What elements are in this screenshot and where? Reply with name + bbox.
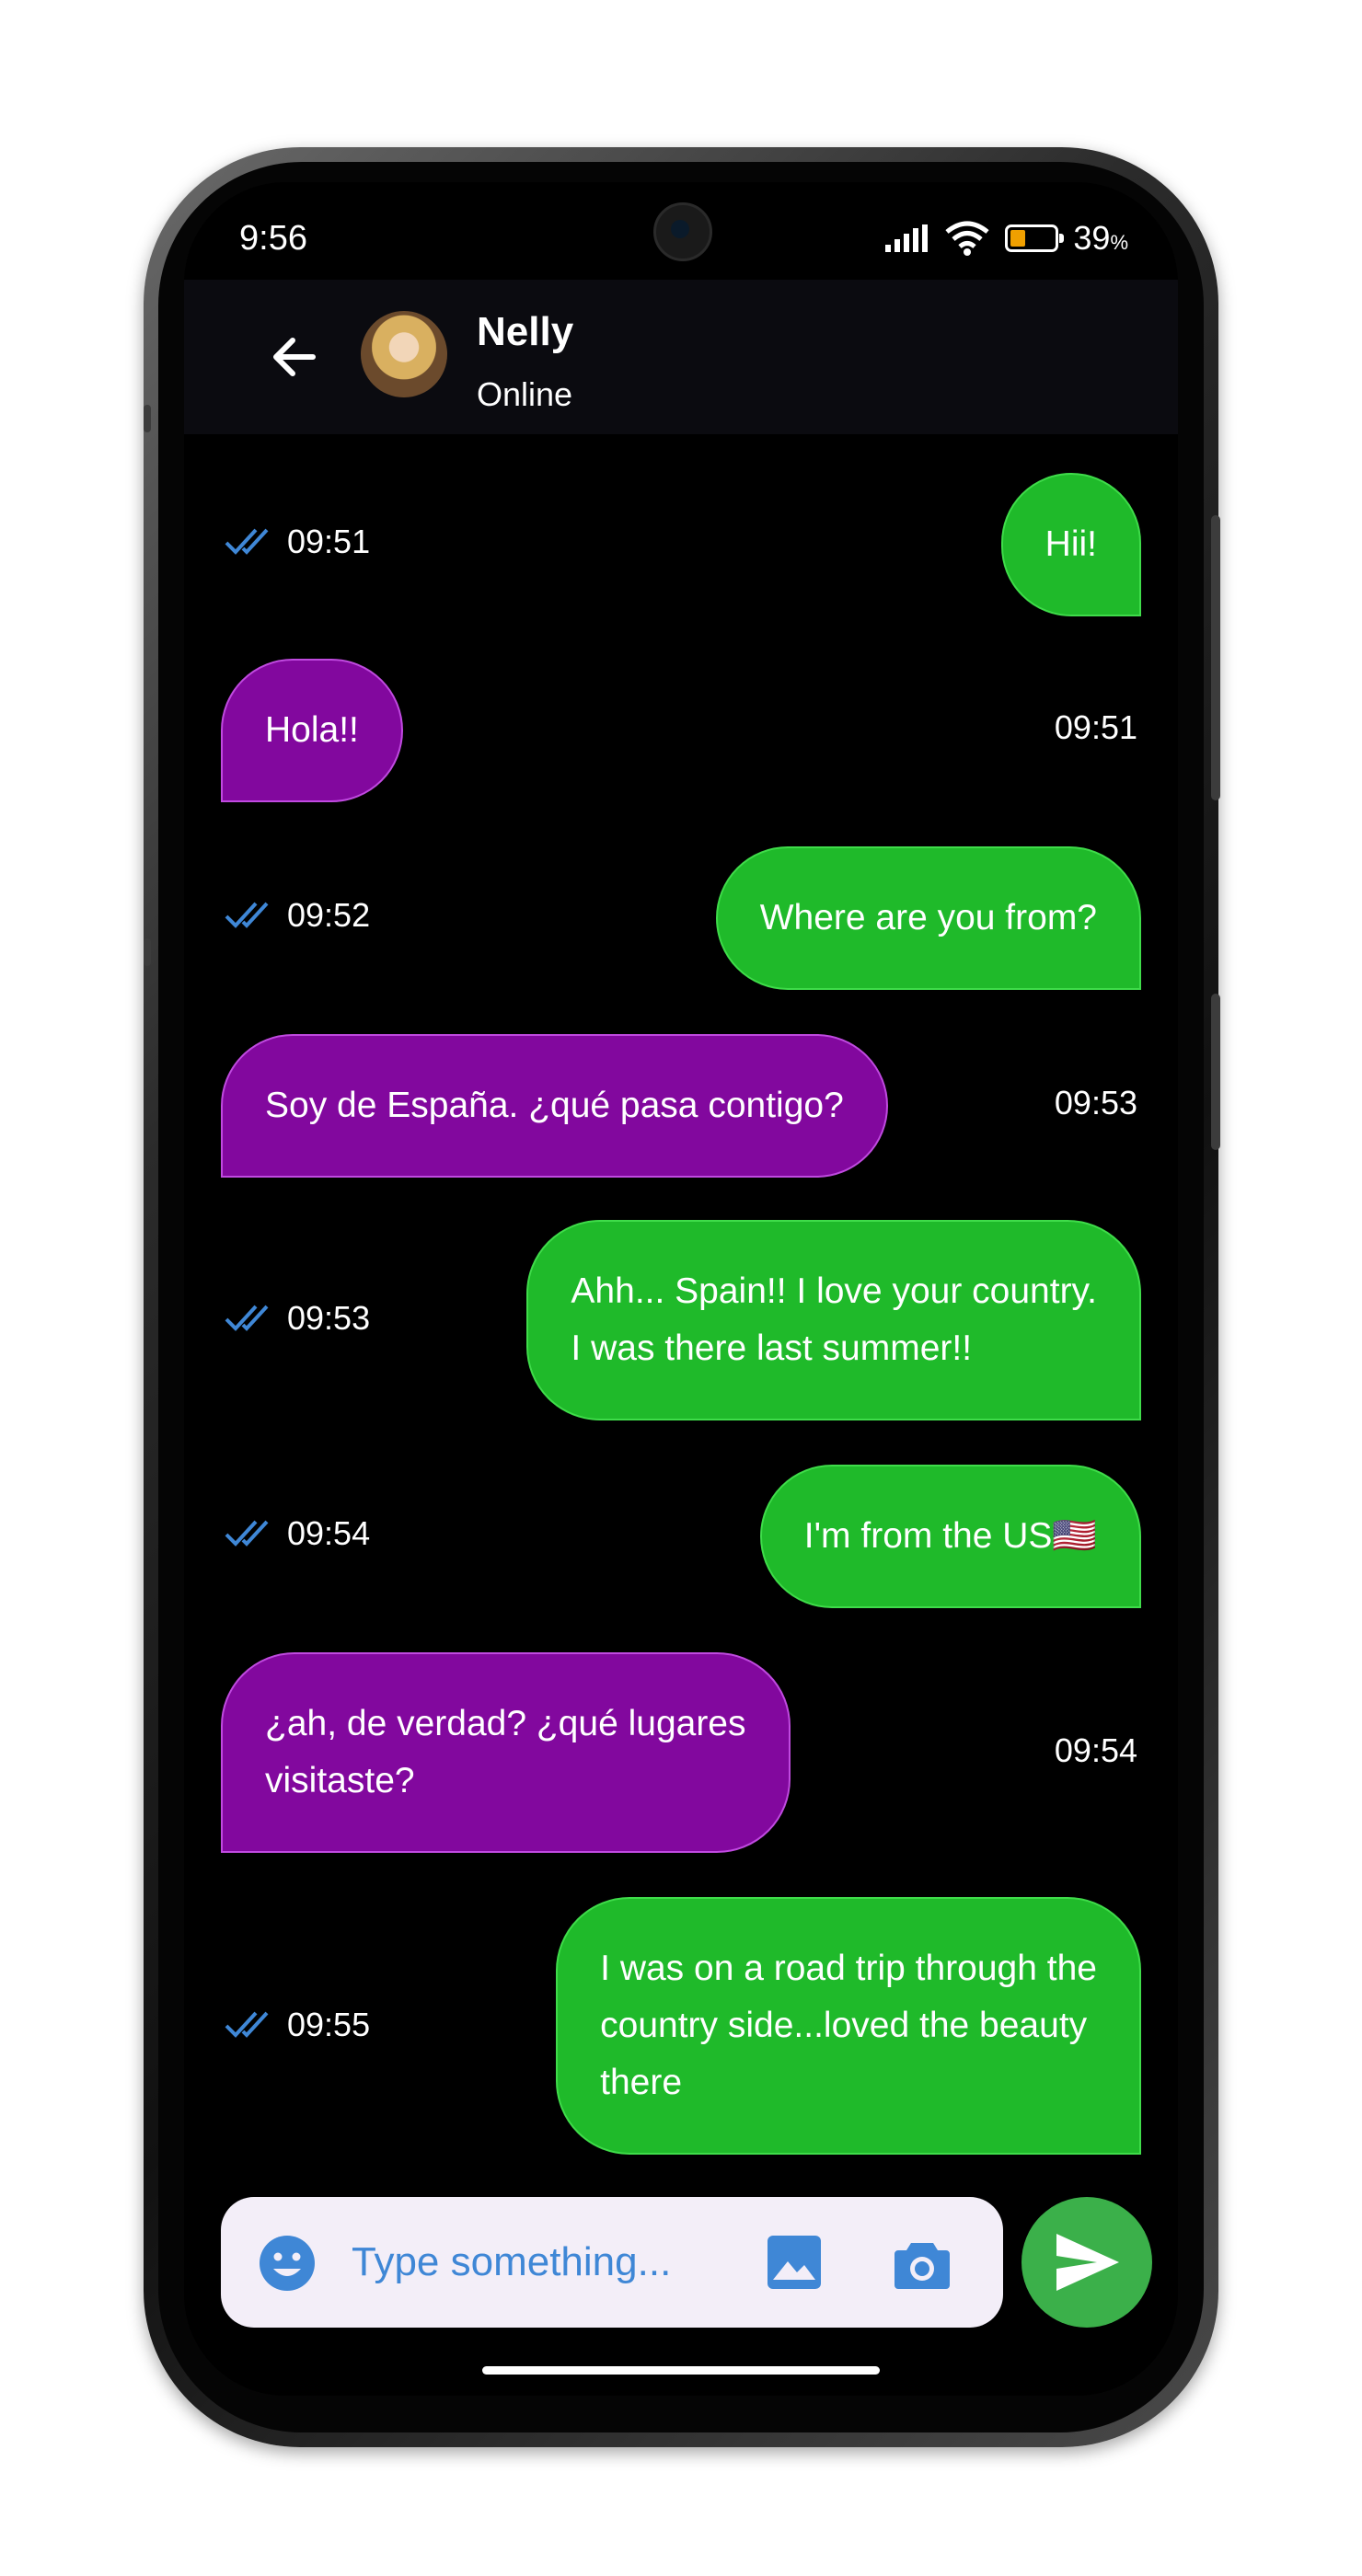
message-input[interactable]: Type something... [352, 2239, 671, 2285]
status-time: 9:56 [239, 219, 307, 258]
volume-button [1211, 994, 1220, 1150]
emoji-icon[interactable] [258, 2234, 317, 2293]
power-button [1211, 515, 1220, 800]
message-meta: 09:55 [225, 2006, 370, 2044]
message-time: 09:54 [1054, 1731, 1137, 1769]
message-meta: 09:51 [1055, 708, 1137, 747]
sent-message-bubble[interactable]: I'm from the US🇺🇸 [759, 1465, 1141, 1608]
message-composer[interactable]: Type something... [221, 2197, 1003, 2328]
left-side-button-2 [144, 938, 151, 966]
battery-percent: 39% [1073, 219, 1128, 257]
app-screen: 9:56 39% Nelly Online 09:51 Hii! Hola!! … [184, 182, 1178, 2396]
battery-level [1010, 230, 1026, 247]
sent-message-bubble[interactable]: Hii! [1000, 473, 1141, 616]
message-meta: 09:53 [1055, 1084, 1137, 1122]
message-meta: 09:51 [225, 523, 370, 561]
signal-icon [885, 224, 929, 252]
received-message-bubble[interactable]: Hola!! [221, 659, 403, 802]
arrow-left-icon[interactable] [267, 329, 322, 385]
message-row: 09:53 Ahh... Spain!! I love your country… [184, 1220, 1178, 1420]
double-check-icon [225, 1520, 269, 1547]
double-check-icon [225, 528, 269, 555]
left-side-button [144, 405, 151, 432]
double-check-icon [225, 2011, 269, 2038]
message-meta: 09:54 [225, 1514, 370, 1553]
message-row: Hola!! 09:51 [184, 659, 1178, 802]
message-time: 09:55 [287, 2006, 371, 2043]
send-button[interactable] [1022, 2197, 1152, 2328]
double-check-icon [225, 902, 269, 928]
contact-name: Nelly [477, 309, 574, 354]
message-row: 09:54 I'm from the US🇺🇸 [184, 1465, 1178, 1608]
message-row: 09:51 Hii! [184, 473, 1178, 616]
contact-presence: Online [477, 375, 573, 413]
message-row: 09:55 I was on a road trip through the c… [184, 1897, 1178, 2155]
status-icons: 39% [883, 219, 1128, 258]
message-meta: 09:54 [1055, 1731, 1137, 1770]
message-meta: 09:53 [225, 1299, 370, 1338]
message-time: 09:53 [287, 1299, 371, 1337]
message-time: 09:54 [287, 1514, 371, 1552]
received-message-bubble[interactable]: ¿ah, de verdad? ¿qué lugares visitaste? [221, 1652, 791, 1853]
camera-icon[interactable] [893, 2234, 952, 2293]
received-message-bubble[interactable]: Soy de España. ¿qué pasa contigo? [221, 1034, 888, 1178]
double-check-icon [225, 1305, 269, 1331]
message-row: 09:52 Where are you from? [184, 846, 1178, 990]
sent-message-bubble[interactable]: Ahh... Spain!! I love your country. I wa… [526, 1220, 1141, 1420]
status-bar: 9:56 39% [184, 182, 1178, 280]
send-icon [1056, 2234, 1119, 2291]
battery-icon [1005, 224, 1065, 252]
home-indicator[interactable] [482, 2366, 880, 2375]
message-time: 09:52 [287, 896, 371, 934]
image-icon[interactable] [766, 2234, 823, 2291]
chat-header: Nelly Online [184, 280, 1178, 434]
avatar[interactable] [361, 311, 447, 397]
message-time: 09:53 [1054, 1084, 1137, 1121]
message-row: ¿ah, de verdad? ¿qué lugares visitaste? … [184, 1652, 1178, 1853]
sent-message-bubble[interactable]: I was on a road trip through the country… [556, 1897, 1141, 2155]
message-row: Soy de España. ¿qué pasa contigo? 09:53 [184, 1034, 1178, 1178]
front-camera [653, 202, 712, 261]
sent-message-bubble[interactable]: Where are you from? [715, 846, 1141, 990]
wifi-icon [945, 221, 989, 256]
message-time: 09:51 [1054, 708, 1137, 746]
message-meta: 09:52 [225, 896, 370, 935]
message-time: 09:51 [287, 523, 371, 560]
